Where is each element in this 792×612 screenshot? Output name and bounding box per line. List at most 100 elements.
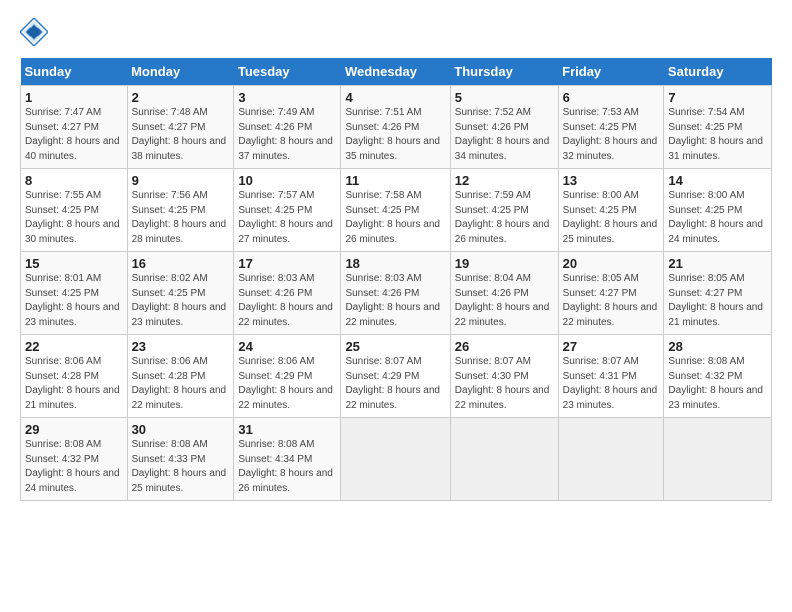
day-info: Sunrise: 8:05 AMSunset: 4:27 PMDaylight:… <box>563 273 658 328</box>
day-info: Sunrise: 8:01 AMSunset: 4:25 PMDaylight:… <box>25 273 120 328</box>
day-number: 29 <box>25 422 123 437</box>
day-number: 31 <box>238 422 336 437</box>
day-info: Sunrise: 7:48 AMSunset: 4:27 PMDaylight:… <box>132 107 227 162</box>
day-number: 17 <box>238 256 336 271</box>
calendar-cell: 8 Sunrise: 7:55 AMSunset: 4:25 PMDaylight… <box>21 169 128 252</box>
calendar-cell: 21 Sunrise: 8:05 AMSunset: 4:27 PMDayligh… <box>664 252 772 335</box>
calendar-cell: 12 Sunrise: 7:59 AMSunset: 4:25 PMDayligh… <box>450 169 558 252</box>
day-info: Sunrise: 8:03 AMSunset: 4:26 PMDaylight:… <box>345 273 440 328</box>
calendar-cell: 7 Sunrise: 7:54 AMSunset: 4:25 PMDaylight… <box>664 86 772 169</box>
day-info: Sunrise: 8:07 AMSunset: 4:29 PMDaylight:… <box>345 356 440 411</box>
day-number: 24 <box>238 339 336 354</box>
day-info: Sunrise: 8:00 AMSunset: 4:25 PMDaylight:… <box>563 190 658 245</box>
day-info: Sunrise: 8:06 AMSunset: 4:29 PMDaylight:… <box>238 356 333 411</box>
day-info: Sunrise: 8:04 AMSunset: 4:26 PMDaylight:… <box>455 273 550 328</box>
calendar-week-5: 29 Sunrise: 8:08 AMSunset: 4:32 PMDayligh… <box>21 418 772 501</box>
calendar-cell <box>664 418 772 501</box>
calendar-cell: 5 Sunrise: 7:52 AMSunset: 4:26 PMDaylight… <box>450 86 558 169</box>
calendar-cell: 16Sunrise: 8:02 AMSunset: 4:25 PMDayligh… <box>127 252 234 335</box>
day-info: Sunrise: 7:55 AMSunset: 4:25 PMDaylight:… <box>25 190 120 245</box>
day-info: Sunrise: 7:52 AMSunset: 4:26 PMDaylight:… <box>455 107 550 162</box>
calendar-cell: 23Sunrise: 8:06 AMSunset: 4:28 PMDayligh… <box>127 335 234 418</box>
calendar-cell: 17 Sunrise: 8:03 AMSunset: 4:26 PMDayligh… <box>234 252 341 335</box>
day-number: 8 <box>25 173 123 188</box>
day-info: Sunrise: 7:59 AMSunset: 4:25 PMDaylight:… <box>455 190 550 245</box>
day-info: Sunrise: 7:53 AMSunset: 4:25 PMDaylight:… <box>563 107 658 162</box>
day-number: 20 <box>563 256 660 271</box>
day-number: 10 <box>238 173 336 188</box>
day-info: Sunrise: 8:07 AMSunset: 4:31 PMDaylight:… <box>563 356 658 411</box>
day-number: 5 <box>455 90 554 105</box>
calendar-cell: 15 Sunrise: 8:01 AMSunset: 4:25 PMDayligh… <box>21 252 128 335</box>
day-number: 15 <box>25 256 123 271</box>
day-number: 28 <box>668 339 767 354</box>
day-number: 26 <box>455 339 554 354</box>
day-number: 3 <box>238 90 336 105</box>
day-number: 9 <box>132 173 230 188</box>
day-info: Sunrise: 8:08 AMSunset: 4:32 PMDaylight:… <box>25 439 120 494</box>
day-header-friday: Friday <box>558 58 664 86</box>
calendar-table: SundayMondayTuesdayWednesdayThursdayFrid… <box>20 58 772 501</box>
calendar-cell <box>450 418 558 501</box>
day-info: Sunrise: 8:00 AMSunset: 4:25 PMDaylight:… <box>668 190 763 245</box>
day-number: 12 <box>455 173 554 188</box>
day-number: 14 <box>668 173 767 188</box>
day-info: Sunrise: 7:56 AMSunset: 4:25 PMDaylight:… <box>132 190 227 245</box>
calendar-body: 1Sunrise: 7:47 AMSunset: 4:27 PMDaylight… <box>21 86 772 501</box>
logo-icon <box>20 18 48 46</box>
calendar-cell: 4 Sunrise: 7:51 AMSunset: 4:26 PMDaylight… <box>341 86 450 169</box>
calendar-cell: 13Sunrise: 8:00 AMSunset: 4:25 PMDayligh… <box>558 169 664 252</box>
calendar-header-row: SundayMondayTuesdayWednesdayThursdayFrid… <box>21 58 772 86</box>
calendar-cell: 18 Sunrise: 8:03 AMSunset: 4:26 PMDayligh… <box>341 252 450 335</box>
calendar-cell: 2Sunrise: 7:48 AMSunset: 4:27 PMDaylight… <box>127 86 234 169</box>
day-number: 30 <box>132 422 230 437</box>
calendar-cell: 26 Sunrise: 8:07 AMSunset: 4:30 PMDayligh… <box>450 335 558 418</box>
day-header-saturday: Saturday <box>664 58 772 86</box>
day-info: Sunrise: 8:02 AMSunset: 4:25 PMDaylight:… <box>132 273 227 328</box>
calendar-cell: 30Sunrise: 8:08 AMSunset: 4:33 PMDayligh… <box>127 418 234 501</box>
calendar-cell: 31 Sunrise: 8:08 AMSunset: 4:34 PMDayligh… <box>234 418 341 501</box>
day-number: 22 <box>25 339 123 354</box>
calendar-cell: 28 Sunrise: 8:08 AMSunset: 4:32 PMDayligh… <box>664 335 772 418</box>
calendar-cell: 3 Sunrise: 7:49 AMSunset: 4:26 PMDaylight… <box>234 86 341 169</box>
day-number: 27 <box>563 339 660 354</box>
day-number: 25 <box>345 339 445 354</box>
day-number: 18 <box>345 256 445 271</box>
day-info: Sunrise: 7:58 AMSunset: 4:25 PMDaylight:… <box>345 190 440 245</box>
calendar-cell: 27 Sunrise: 8:07 AMSunset: 4:31 PMDayligh… <box>558 335 664 418</box>
day-info: Sunrise: 8:08 AMSunset: 4:34 PMDaylight:… <box>238 439 333 494</box>
day-header-sunday: Sunday <box>21 58 128 86</box>
calendar-cell: 25 Sunrise: 8:07 AMSunset: 4:29 PMDayligh… <box>341 335 450 418</box>
calendar-week-3: 15 Sunrise: 8:01 AMSunset: 4:25 PMDayligh… <box>21 252 772 335</box>
day-info: Sunrise: 7:47 AMSunset: 4:27 PMDaylight:… <box>25 107 120 162</box>
day-info: Sunrise: 7:54 AMSunset: 4:25 PMDaylight:… <box>668 107 763 162</box>
day-header-monday: Monday <box>127 58 234 86</box>
day-header-tuesday: Tuesday <box>234 58 341 86</box>
day-info: Sunrise: 7:49 AMSunset: 4:26 PMDaylight:… <box>238 107 333 162</box>
day-info: Sunrise: 8:05 AMSunset: 4:27 PMDaylight:… <box>668 273 763 328</box>
calendar-cell: 29 Sunrise: 8:08 AMSunset: 4:32 PMDayligh… <box>21 418 128 501</box>
calendar-cell <box>558 418 664 501</box>
day-number: 19 <box>455 256 554 271</box>
day-number: 11 <box>345 173 445 188</box>
logo <box>20 18 52 46</box>
day-number: 7 <box>668 90 767 105</box>
calendar-cell: 1Sunrise: 7:47 AMSunset: 4:27 PMDaylight… <box>21 86 128 169</box>
calendar-cell: 10Sunrise: 7:57 AMSunset: 4:25 PMDayligh… <box>234 169 341 252</box>
day-info: Sunrise: 8:03 AMSunset: 4:26 PMDaylight:… <box>238 273 333 328</box>
calendar-cell: 9 Sunrise: 7:56 AMSunset: 4:25 PMDaylight… <box>127 169 234 252</box>
day-number: 4 <box>345 90 445 105</box>
calendar-cell: 6 Sunrise: 7:53 AMSunset: 4:25 PMDaylight… <box>558 86 664 169</box>
header <box>20 18 772 46</box>
day-info: Sunrise: 7:51 AMSunset: 4:26 PMDaylight:… <box>345 107 440 162</box>
day-info: Sunrise: 8:08 AMSunset: 4:32 PMDaylight:… <box>668 356 763 411</box>
day-info: Sunrise: 8:07 AMSunset: 4:30 PMDaylight:… <box>455 356 550 411</box>
calendar-cell: 24 Sunrise: 8:06 AMSunset: 4:29 PMDayligh… <box>234 335 341 418</box>
calendar-week-2: 8 Sunrise: 7:55 AMSunset: 4:25 PMDaylight… <box>21 169 772 252</box>
day-number: 21 <box>668 256 767 271</box>
calendar-cell: 19 Sunrise: 8:04 AMSunset: 4:26 PMDayligh… <box>450 252 558 335</box>
calendar-page: SundayMondayTuesdayWednesdayThursdayFrid… <box>0 0 792 513</box>
day-info: Sunrise: 8:06 AMSunset: 4:28 PMDaylight:… <box>25 356 120 411</box>
day-number: 6 <box>563 90 660 105</box>
calendar-week-4: 22 Sunrise: 8:06 AMSunset: 4:28 PMDayligh… <box>21 335 772 418</box>
